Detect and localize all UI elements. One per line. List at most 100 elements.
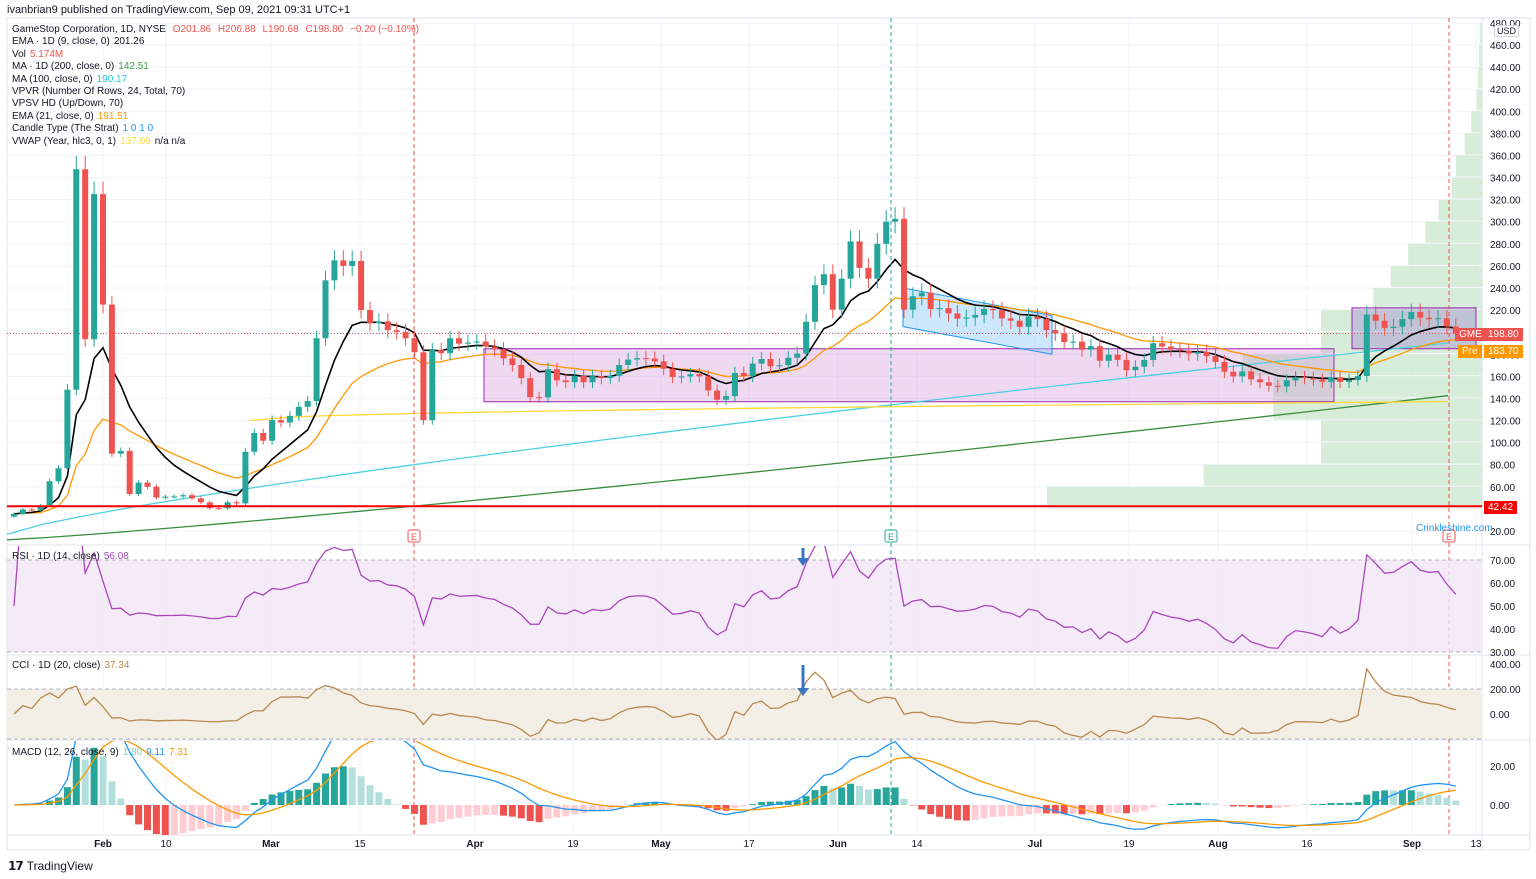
candle-body	[785, 357, 792, 366]
candle-body	[865, 267, 872, 279]
volume-profile-bar	[1321, 442, 1482, 464]
candle-body	[340, 260, 347, 266]
macd-histogram-bar	[1114, 805, 1122, 813]
legend-strat[interactable]: Candle Type (The Strat) 1 0 1 0	[12, 123, 419, 135]
candle-body	[1399, 319, 1406, 327]
volume-profile-bar	[1203, 464, 1482, 486]
candle-body	[1257, 379, 1263, 383]
candle-body	[144, 482, 151, 487]
candle-body	[651, 358, 658, 362]
macd-histogram-bar	[144, 805, 151, 831]
time-tick-label: 17	[743, 839, 755, 850]
candle-body	[1007, 318, 1014, 321]
rsi-tick-label: 40.00	[1490, 625, 1515, 636]
gme-symbol-tag: GME	[1455, 328, 1486, 341]
price-tick-label: 220.00	[1490, 306, 1521, 317]
candle-body	[767, 359, 774, 367]
cci-tick-label: 0.00	[1490, 710, 1510, 721]
candle-body	[625, 359, 632, 365]
macd-histogram-bar	[339, 766, 347, 805]
macd-legend[interactable]: MACD (12, 26, close, 9) 1.80 9.11 7.31	[12, 747, 188, 759]
legend-ma100[interactable]: MA (100, close, 0) 190.17	[12, 74, 419, 86]
time-tick-label: Aug	[1208, 839, 1227, 850]
macd-histogram-bar	[446, 805, 454, 820]
candle-body	[500, 349, 507, 359]
candle-body	[607, 375, 614, 379]
volume-profile-bar	[1476, 89, 1482, 111]
candle-body	[918, 292, 925, 297]
volume-profile-bar	[1451, 177, 1482, 199]
macd-histogram-bar	[1390, 790, 1397, 805]
macd-histogram-bar	[126, 805, 134, 816]
candle-body	[1096, 346, 1103, 361]
candle-body	[135, 482, 142, 494]
volume-profile-bar	[1047, 486, 1482, 508]
macd-histogram-bar	[1265, 805, 1273, 809]
candle-body	[1408, 312, 1415, 320]
time-tick-label: 19	[567, 839, 579, 850]
legend-vpvr[interactable]: VPVR (Number Of Rows, 24, Total, 70)	[12, 86, 419, 98]
candle-body	[981, 308, 988, 315]
candle-body	[384, 321, 391, 331]
candle-body	[1141, 360, 1148, 367]
candle-body	[456, 338, 462, 344]
macd-histogram-bar	[1354, 802, 1362, 805]
rsi-legend[interactable]: RSI · 1D (14, close) 56.08	[12, 551, 129, 563]
candle-body	[1283, 380, 1290, 387]
candle-body	[473, 341, 480, 343]
macd-histogram-bar	[464, 805, 472, 817]
candle-body	[1194, 352, 1201, 354]
macd-histogram-bar	[215, 805, 223, 826]
macd-histogram-bar	[544, 805, 552, 819]
macd-histogram-bar	[357, 776, 365, 805]
legend-volume[interactable]: Vol 5.174M	[12, 49, 419, 61]
candle-body	[660, 361, 667, 369]
candle-body	[838, 278, 845, 310]
macd-histogram-bar	[295, 789, 303, 805]
candle-body	[82, 169, 89, 340]
candle-body	[55, 468, 62, 482]
candle-body	[1087, 346, 1094, 350]
candle-body	[820, 274, 827, 286]
macd-histogram-bar	[731, 805, 739, 809]
macd-histogram-bar	[535, 805, 543, 823]
candle-body	[1025, 316, 1032, 327]
candle-body	[945, 308, 952, 314]
candle-body	[242, 451, 249, 504]
time-tick-label: Sep	[1403, 839, 1421, 850]
macd-histogram-bar	[500, 805, 507, 816]
rsi-tick-label: 30.00	[1490, 648, 1515, 659]
macd-histogram-bar	[1194, 802, 1202, 805]
legend-vpsv[interactable]: VPSV HD (Up/Down, 70)	[12, 98, 419, 110]
cci-legend[interactable]: CCI · 1D (20, close) 37.34	[12, 660, 129, 672]
symbol-name[interactable]: GameStop Corporation, 1D, NYSE	[12, 24, 166, 35]
candle-body	[1310, 378, 1317, 380]
candle-body	[536, 397, 543, 399]
cci-pane	[7, 667, 1482, 740]
macd-histogram-bar	[482, 805, 490, 816]
macd-histogram-bar	[402, 805, 410, 809]
legend-ma200[interactable]: MA · 1D (200, close, 0) 142.51	[12, 61, 419, 73]
time-tick-label: 16	[1301, 839, 1313, 850]
candle-body	[108, 304, 115, 454]
currency-label[interactable]: USD	[1494, 25, 1520, 37]
watermark: Crinkleshine.com	[1416, 523, 1493, 534]
time-tick-label: Jul	[1028, 839, 1043, 850]
time-tick-label: Apr	[466, 839, 483, 850]
legend-ema21[interactable]: EMA (21, close, 0) 191.51	[12, 111, 419, 123]
tradingview-footer[interactable]: 𝟭𝟳 TradingView	[8, 859, 93, 873]
candle-body	[1265, 382, 1272, 386]
macd-histogram-bar	[989, 805, 997, 817]
macd-histogram-bar	[1452, 800, 1460, 805]
macd-histogram-bar	[411, 805, 418, 814]
price-tick-label: 280.00	[1490, 240, 1521, 251]
legend-ema9[interactable]: EMA · 1D (9, close, 0) 201.26	[12, 36, 419, 48]
candle-body	[367, 310, 373, 324]
candle-body	[1381, 320, 1388, 328]
candle-body	[634, 358, 640, 360]
last-price-tag: 198.80	[1484, 328, 1523, 341]
macd-histogram-bar	[1247, 805, 1255, 808]
candle-body	[1354, 376, 1361, 380]
candle-body	[313, 338, 320, 401]
legend-vwap[interactable]: VWAP (Year, hlc3, 0, 1) 137.09 n/a n/a	[12, 136, 419, 148]
